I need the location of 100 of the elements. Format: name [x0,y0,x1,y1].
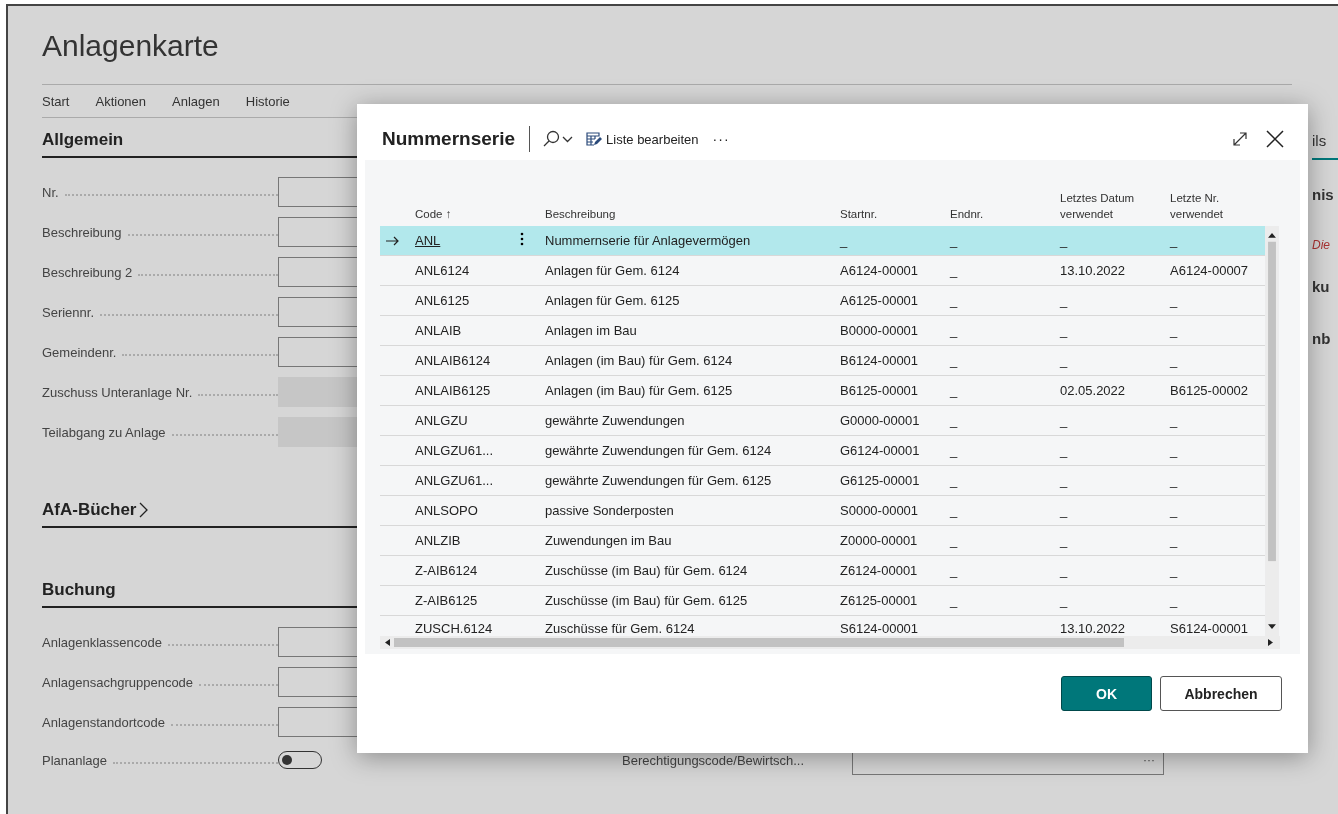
column-header[interactable]: Startnr. [835,206,945,222]
table-cell-text: _ [1058,563,1069,578]
cancel-button[interactable]: Abbrechen [1160,676,1282,711]
code-link[interactable]: Z-AIB6125 [415,593,478,608]
table-cell: _ [950,563,958,578]
table-cell-text: _ [1168,503,1179,518]
table-cell-text: _ [1058,533,1069,548]
panel-text: ils [1312,132,1327,149]
table-row[interactable]: ANLAIB Anlagen im Bau B0000-00001 _ _ _ [380,316,1265,346]
field-label: Zuschuss Unteranlage Nr. [42,384,193,400]
code-link[interactable]: ANLZIB [415,533,461,548]
table-cell-text: _ [1058,293,1069,308]
chevron-icon[interactable] [139,502,149,518]
horizontal-scrollbar[interactable] [380,636,1280,649]
vertical-scrollbar[interactable] [1265,226,1279,636]
code-link[interactable]: Z-AIB6124 [415,563,478,578]
table-row[interactable]: Z-AIB6124 Zuschüsse (im Bau) für Gem. 6124 Z6124-00001 _ _ _ [380,556,1265,586]
column-header[interactable]: Code ↑ [410,206,520,222]
field-label: Berechtigungscode/Bewirtsch... [622,752,806,768]
table-cell-text: Zuschüsse für Gem. 6124 [544,620,696,636]
table-cell-text: gewährte Zuwendungen [544,413,686,428]
table-cell-text: passive Sonderposten [544,503,675,518]
column-header[interactable]: Letzte Nr. verwendet [1165,190,1265,222]
action-tab[interactable]: Aktionen [95,94,147,109]
code-link[interactable]: ANLGZU61... [415,473,494,488]
table-cell-text: S6124-00001 [1169,620,1250,636]
panel-text: ku [1312,278,1330,295]
table-row[interactable]: ANL Nummernserie für Anlagevermögen _ _ _ _ [380,226,1265,256]
table-cell-text: _ [1168,593,1179,608]
table-row[interactable]: ANLAIB6124 Anlagen (im Bau) für Gem. 6124 B6124-00001 _ _ _ [380,346,1265,376]
table-cell: _ [950,413,958,428]
table-cell-text: S6124-00001 [839,620,920,636]
column-header[interactable]: Letztes Datum verwendet [1055,190,1165,222]
table-cell-text: _ [1058,473,1069,488]
row-menu-icon[interactable] [520,231,524,246]
code-link[interactable]: ANL6124 [415,263,470,278]
field-label: Teilabgang zu Anlage [42,424,166,440]
column-header[interactable]: Endnr. [945,206,1055,222]
table-cell: _ [950,503,958,518]
table-cell-text: B6124-00001 [839,353,920,368]
table-cell: _ [950,233,958,248]
close-icon[interactable] [1266,130,1284,148]
table-row[interactable]: ANLGZU61... gewährte Zuwendungen für Gem. 6124 G6124-00001 _ _ _ [380,436,1265,466]
table-cell-text: A6125-00001 [839,293,920,308]
table-cell: _ [950,533,958,548]
table-cell-text: Anlagen im Bau [544,323,638,338]
code-link[interactable]: ANLGZU61... [415,443,494,458]
code-link[interactable]: ANLAIB6125 [415,383,491,398]
table-cell-text: _ [1168,353,1179,368]
code-link[interactable]: ANLSOPO [415,503,478,518]
action-tab[interactable]: Historie [245,94,290,109]
table-row[interactable]: Z-AIB6125 Zuschüsse (im Bau) für Gem. 6125 Z6125-00001 _ _ _ [380,586,1265,616]
code-link[interactable]: ANL6125 [415,293,470,308]
search-button[interactable] [542,130,575,148]
table-cell-text: G0000-00001 [839,413,921,428]
action-tab[interactable]: Start [42,94,70,109]
table-cell: _ [950,473,958,488]
section-heading[interactable]: AfA-Bücher [42,500,137,520]
ok-button[interactable]: OK [1061,676,1152,711]
table-cell: _ [950,323,958,338]
section-heading[interactable]: Buchung [42,580,116,600]
table-cell-text: S0000-00001 [839,503,920,518]
action-tab[interactable]: Anlagen [172,94,220,109]
table-cell-text: _ [1058,233,1069,248]
table-row[interactable]: ANLGZU gewährte Zuwendungen G0000-00001 _ _ _ [380,406,1265,436]
table-row[interactable]: ANLAIB6125 Anlagen (im Bau) für Gem. 6125 B6125-00001 _ 02.05.2022 B6125-00002 [380,376,1265,406]
table-row[interactable]: ANLGZU61... gewährte Zuwendungen für Gem. 6125 G6125-00001 _ _ _ [380,466,1265,496]
edit-list-button[interactable]: Liste bearbeiten [586,131,699,147]
table-cell-text: Zuwendungen im Bau [544,533,673,548]
table-cell-text: _ [838,233,849,248]
table-row[interactable]: ANLZIB Zuwendungen im Bau Z0000-00001 _ _ _ [380,526,1265,556]
table-cell-text: Z6125-00001 [839,593,919,608]
table-cell: _ [950,443,958,458]
column-header[interactable]: Beschreibung [540,206,835,222]
code-link[interactable]: ZUSCH.6124 [415,620,493,636]
more-button[interactable]: ··· [712,131,730,147]
field-label: Beschreibung 2 [42,264,133,280]
code-link[interactable]: ANLAIB6124 [415,353,491,368]
code-link[interactable]: ANLAIB [415,323,462,338]
toggle-switch[interactable] [278,751,322,769]
table-row[interactable]: ANL6125 Anlagen für Gem. 6125 A6125-00001 _ _ _ [380,286,1265,316]
table-row[interactable]: ANL6124 Anlagen für Gem. 6124 A6124-00001 _ 13.10.2022 A6124-00007 [380,256,1265,286]
table-cell-text: _ [1058,593,1069,608]
table-cell-text: _ [1168,563,1179,578]
table-row[interactable]: ANLSOPO passive Sonderposten S0000-00001 _ _ _ [380,496,1265,526]
table-row[interactable]: ZUSCH.6124 Zuschüsse für Gem. 6124 S6124-00001 13.10.2022 S6124-00001 [380,616,1265,640]
table-cell-text: _ [1168,413,1179,428]
code-link[interactable]: ANLGZU [415,413,468,428]
table-cell: _ [950,383,958,398]
table-cell-text: gewährte Zuwendungen für Gem. 6124 [544,443,773,458]
field-label: Beschreibung [42,224,122,240]
table-cell-text: A6124-00001 [839,263,920,278]
expand-icon[interactable] [1232,131,1248,147]
code-link[interactable]: ANL [415,233,441,248]
table-cell: _ [950,593,958,608]
field-label: Plananlage [42,752,108,768]
field-label: Gemeindenr. [42,344,117,360]
table-cell-text: _ [1058,413,1069,428]
section-heading[interactable]: Allgemein [42,130,124,150]
table-cell-text: _ [1168,293,1179,308]
